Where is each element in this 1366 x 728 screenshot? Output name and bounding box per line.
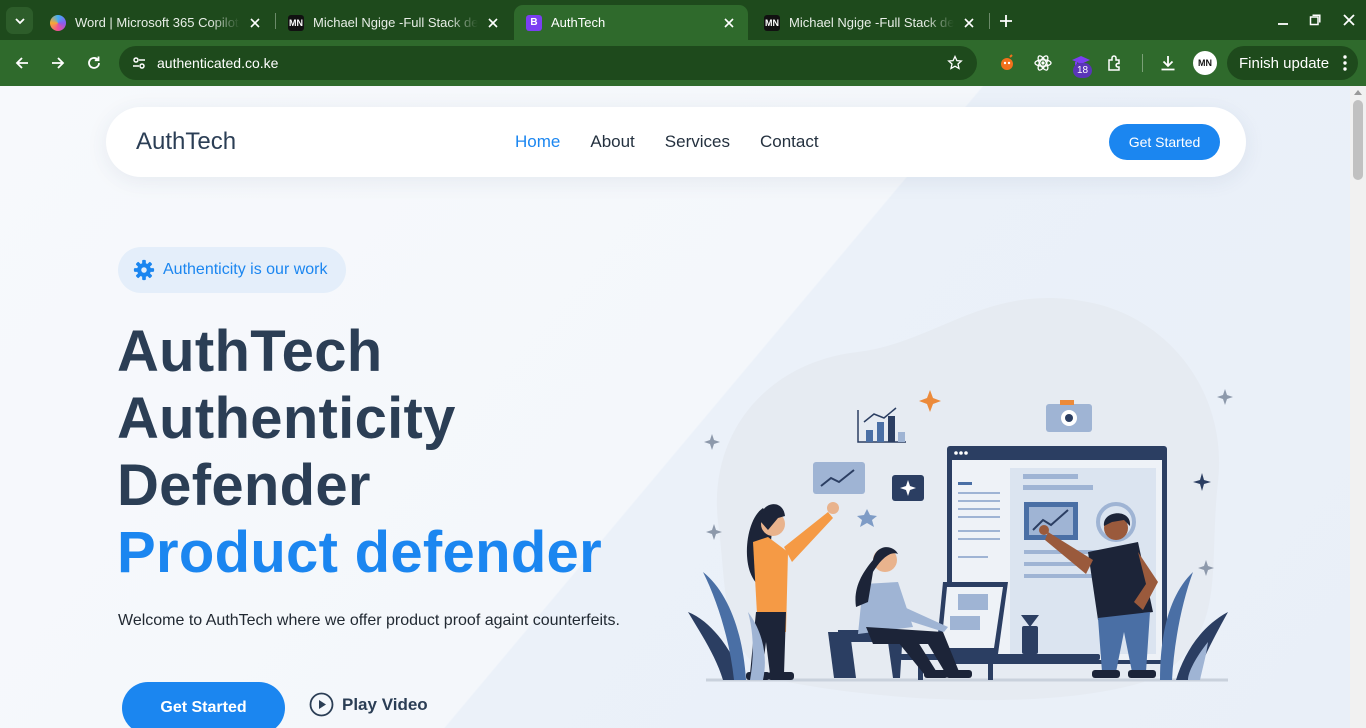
close-icon: [1343, 14, 1355, 26]
browser-toolbar: authenticated.co.ke 18 MN Finish update: [0, 40, 1366, 86]
play-video-button[interactable]: Play Video: [309, 692, 428, 717]
tab-title: AuthTech: [551, 15, 606, 30]
hero-accent-line: Product defender: [117, 520, 602, 585]
tab-title: Michael Ngige -Full Stack developer: [789, 15, 954, 30]
play-video-label: Play Video: [342, 694, 428, 714]
reload-icon: [88, 56, 100, 69]
tagline-text: Authenticity is our work: [163, 261, 328, 278]
line-chart-card-icon: [813, 462, 865, 494]
hero-illustration: [688, 297, 1233, 701]
react-devtools-icon[interactable]: [1029, 49, 1057, 77]
downloads-icon[interactable]: [1154, 49, 1182, 77]
gear-icon: [133, 259, 155, 281]
address-bar[interactable]: authenticated.co.ke: [119, 46, 977, 80]
chevron-down-icon: [14, 17, 25, 24]
arrow-left-icon: [15, 57, 28, 69]
hero-heading: AuthTech Authenticity Defender Product d…: [117, 318, 602, 586]
hero-line: Authenticity: [117, 386, 456, 451]
tab-authtech[interactable]: B AuthTech: [514, 5, 748, 40]
finish-update-label: Finish update: [1239, 54, 1330, 72]
camera-icon: [1046, 400, 1092, 432]
nav-services[interactable]: Services: [665, 132, 730, 152]
nav-about[interactable]: About: [590, 132, 634, 152]
nav-home[interactable]: Home: [515, 132, 560, 152]
bootstrap-icon: B: [526, 14, 542, 31]
extensions-puzzle-icon[interactable]: [1101, 49, 1129, 77]
mn-logo-icon: MN: [1198, 58, 1212, 68]
new-tab-button[interactable]: [994, 9, 1018, 33]
sparkle-card-icon: [892, 475, 924, 501]
tab-title: Michael Ngige -Full Stack developer: [313, 15, 478, 30]
graduation-cap-extension-icon[interactable]: 18: [1067, 49, 1095, 78]
tab-separator: [989, 13, 990, 29]
page-scrollbar[interactable]: [1350, 86, 1366, 728]
site-header: AuthTech Home About Services Contact Get…: [106, 107, 1246, 177]
tab-search-button[interactable]: [6, 7, 33, 34]
main-nav: Home About Services Contact: [515, 132, 849, 152]
tab-word[interactable]: Word | Microsoft 365 Copilot: [38, 5, 274, 40]
mn-logo-icon: MN: [288, 14, 304, 31]
extension-orange-icon[interactable]: [993, 49, 1021, 77]
minimize-button[interactable]: [1271, 8, 1295, 32]
url-text[interactable]: authenticated.co.ke: [157, 55, 278, 71]
restore-icon: [1309, 14, 1321, 26]
play-circle-icon: [309, 692, 334, 717]
close-icon[interactable]: [720, 14, 738, 32]
tab-title: Word | Microsoft 365 Copilot: [75, 15, 239, 30]
tab-michael-ngige-2[interactable]: MN Michael Ngige -Full Stack developer: [752, 5, 988, 40]
get-started-button[interactable]: Get Started: [122, 682, 285, 728]
extension-badge-count: 18: [1073, 63, 1092, 78]
profile-avatar[interactable]: MN: [1193, 51, 1217, 75]
more-vertical-icon: [1343, 55, 1347, 71]
scroll-thumb[interactable]: [1353, 100, 1363, 180]
copilot-icon: [50, 14, 66, 31]
minimize-icon: [1278, 23, 1288, 25]
close-icon[interactable]: [246, 14, 264, 32]
toolbar-separator: [1142, 54, 1143, 72]
page-viewport: AuthTech Home About Services Contact Get…: [0, 86, 1350, 728]
forward-button[interactable]: [44, 49, 72, 77]
close-icon[interactable]: [484, 14, 502, 32]
tagline-badge: Authenticity is our work: [118, 247, 346, 293]
maximize-button[interactable]: [1303, 8, 1327, 32]
close-window-button[interactable]: [1337, 8, 1361, 32]
header-get-started-button[interactable]: Get Started: [1109, 124, 1220, 160]
back-button[interactable]: [8, 49, 36, 77]
site-logo[interactable]: AuthTech: [136, 128, 236, 156]
scroll-up-arrow-icon[interactable]: [1354, 90, 1362, 95]
finish-update-button[interactable]: Finish update: [1227, 46, 1358, 80]
site-info-icon[interactable]: [127, 51, 151, 75]
mn-logo-icon: MN: [764, 14, 780, 31]
tab-michael-ngige-1[interactable]: MN Michael Ngige -Full Stack developer: [276, 5, 512, 40]
plus-icon: [1000, 15, 1012, 27]
arrow-right-icon: [52, 57, 65, 69]
hero-line: Defender: [117, 453, 371, 518]
hero-line: AuthTech: [117, 319, 383, 384]
close-icon[interactable]: [960, 14, 978, 32]
nav-contact[interactable]: Contact: [760, 132, 819, 152]
hero-lead-text: Welcome to AuthTech where we offer produ…: [118, 612, 620, 629]
reload-button[interactable]: [80, 49, 108, 77]
bookmark-star-icon[interactable]: [943, 51, 967, 75]
browser-tab-bar: Word | Microsoft 365 Copilot MN Michael …: [0, 0, 1366, 40]
